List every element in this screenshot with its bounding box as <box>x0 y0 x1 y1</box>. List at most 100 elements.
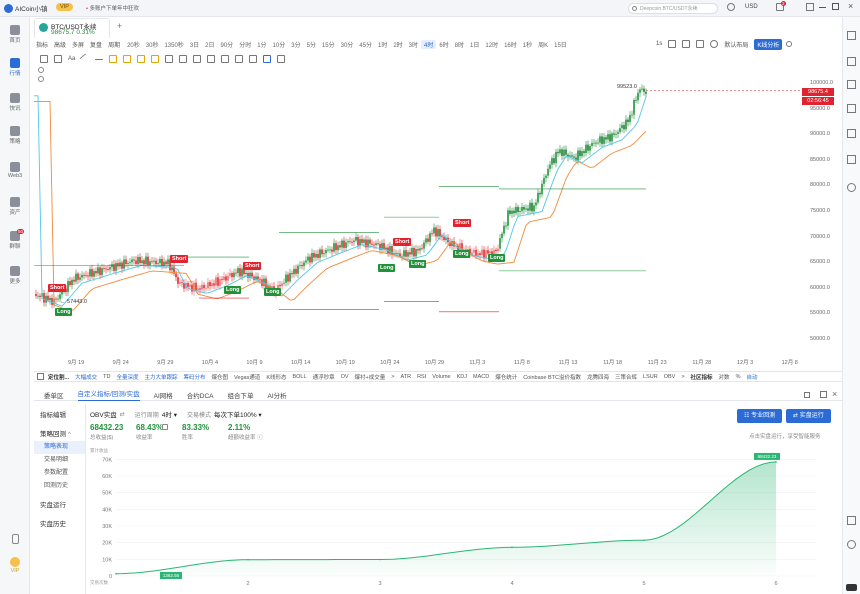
tf-15m[interactable]: 15分 <box>319 40 338 49</box>
right-tool-2-icon[interactable] <box>847 57 856 66</box>
log-scale-toggle[interactable]: 对数 <box>719 373 730 381</box>
nav-market[interactable]: 行情 <box>0 58 30 77</box>
toolbar-indicators[interactable]: 指标 <box>36 40 48 49</box>
short-tool-icon[interactable] <box>137 55 146 63</box>
indicator-scroll-right[interactable]: > <box>681 374 684 380</box>
tf-30s[interactable]: 30秒 <box>143 40 162 49</box>
panel-minimize-icon[interactable] <box>804 392 810 398</box>
lock-icon[interactable] <box>221 55 230 63</box>
tf-10m[interactable]: 10分 <box>270 40 289 49</box>
share-stat-icon[interactable] <box>162 424 168 430</box>
tf-6h[interactable]: 6时 <box>436 40 451 49</box>
toolbar-multiscreen[interactable]: 多屏 <box>72 40 84 49</box>
magnet-icon[interactable] <box>165 55 174 63</box>
tf-4h[interactable]: 4时 <box>421 39 437 49</box>
equity-curve-chart[interactable]: 70K 60K 50K 40K 30K 20K 10K 0 累计收益交易次数 2 3 4 5 6 1362.… <box>86 448 836 588</box>
menu-indicator-edit[interactable]: 指标编辑 <box>34 409 85 422</box>
indicator-item[interactable]: K线形态 <box>266 373 286 381</box>
second-toggle[interactable]: 1s <box>656 41 662 47</box>
close-icon[interactable]: × <box>848 1 853 11</box>
long-tool-icon[interactable] <box>123 55 132 63</box>
panel-layout-icon[interactable] <box>847 516 856 525</box>
tf-3m[interactable]: 3分 <box>288 40 303 49</box>
indicator-item[interactable]: RSI <box>417 374 426 380</box>
community-indicators[interactable]: 社区指标 <box>691 373 713 381</box>
strategy-name[interactable]: OBV实盘 <box>90 409 117 419</box>
tf-1h[interactable]: 1时 <box>375 40 390 49</box>
nav-chat[interactable]: 群聊 50 <box>0 229 30 250</box>
menu-params[interactable]: 参数配置 <box>34 467 85 480</box>
tf-1s[interactable]: 1秒 <box>520 40 535 49</box>
nav-home[interactable]: 首页 <box>0 25 30 44</box>
share-icon[interactable] <box>786 41 793 47</box>
indicator-item[interactable]: Volume <box>432 374 450 380</box>
indicator-item[interactable]: KDJ <box>457 374 467 380</box>
tab-ai-analysis[interactable]: AI分析 <box>268 390 287 400</box>
app-brand[interactable]: AICoin小镇 <box>4 3 48 13</box>
panel-expand-icon[interactable] <box>820 391 827 398</box>
percent-toggle[interactable]: % <box>736 374 741 380</box>
help-icon[interactable]: ⓘ <box>257 435 263 441</box>
indicator-item[interactable]: 爆仓图 <box>212 373 229 381</box>
kline-analysis-button[interactable]: K线分析 <box>754 38 783 50</box>
tf-3d[interactable]: 3日 <box>187 40 202 49</box>
nav-news[interactable]: 快讯 <box>0 93 30 112</box>
chart-type-icon[interactable] <box>696 40 705 48</box>
menu-trade-detail[interactable]: 交易明细 <box>34 454 85 467</box>
tab-custom-indicator[interactable]: 自定义指标/回测/实盘 <box>77 388 140 401</box>
tf-3h[interactable]: 3时 <box>406 40 421 49</box>
currency-select[interactable]: USD <box>745 4 758 10</box>
tf-1d[interactable]: 1日 <box>467 40 482 49</box>
robot-icon[interactable] <box>846 584 857 591</box>
layout-select[interactable]: 默认布局 <box>724 40 748 49</box>
nav-web3[interactable]: Web3 <box>0 162 30 179</box>
indicator-item[interactable]: BOLL <box>292 374 306 380</box>
tf-12h[interactable]: 12时 <box>482 40 501 49</box>
support-icon[interactable] <box>847 540 856 549</box>
panel-close-icon[interactable]: × <box>832 389 837 399</box>
indicator-item[interactable]: OV <box>341 374 349 380</box>
nav-vip[interactable]: VIP <box>0 557 30 574</box>
eye-icon[interactable] <box>235 55 244 63</box>
swap-icon[interactable]: ⇄ <box>120 411 125 418</box>
tab-order-area[interactable]: 委单区 <box>44 390 64 400</box>
crosshair-icon[interactable] <box>40 55 48 63</box>
mode-select[interactable]: 每次下单100% ▾ <box>214 409 262 419</box>
search-box[interactable]: Deepcoin BTC/USDT永续 <box>628 3 718 14</box>
fib-tool-icon[interactable] <box>109 55 118 63</box>
line-tool-icon[interactable] <box>79 53 91 65</box>
tf-45m[interactable]: 45分 <box>356 40 375 49</box>
screenshot-icon[interactable] <box>682 40 691 48</box>
minimize-icon[interactable] <box>819 7 826 8</box>
right-tool-6-icon[interactable] <box>847 155 856 164</box>
maximize-icon[interactable] <box>832 3 839 10</box>
indicator-item[interactable]: TD <box>103 374 110 380</box>
menu-backtest-history[interactable]: 回测历史 <box>34 480 85 493</box>
indicator-item[interactable]: 三策合辉 <box>615 373 637 381</box>
tf-90m[interactable]: 90分 <box>218 40 237 49</box>
pencil-icon[interactable] <box>179 55 188 63</box>
vip-badge[interactable]: VIP <box>56 3 73 11</box>
fullscreen-icon[interactable] <box>668 40 677 48</box>
indicator-item[interactable]: Coinbase BTC溢价指数 <box>523 373 581 381</box>
right-tool-5-icon[interactable] <box>847 129 856 138</box>
toolbar-advanced[interactable]: 高级 <box>54 40 66 49</box>
menu-live-run[interactable]: 实盘运行 <box>34 499 85 512</box>
pro-backtest-button[interactable]: ☷ 专业回测 <box>737 409 783 423</box>
menu-backtest[interactable]: 策略回测 ^ <box>34 428 85 441</box>
candlestick-chart[interactable] <box>34 64 808 354</box>
eraser-icon[interactable] <box>249 55 258 63</box>
tf-2h[interactable]: 2时 <box>390 40 405 49</box>
add-tab-button[interactable]: + <box>117 21 122 31</box>
indicator-item[interactable]: 爆衬+成交量 <box>355 373 386 381</box>
tf-20s[interactable]: 20秒 <box>124 40 143 49</box>
toolbar-period[interactable]: 周期 <box>108 40 120 49</box>
text-tool-icon[interactable]: Aa <box>68 56 75 62</box>
promo-notice[interactable]: • 多账户下单年中狂欢 <box>86 4 139 12</box>
indicator-item[interactable]: ATR <box>400 374 411 380</box>
nav-strategy[interactable]: 策略 <box>0 126 30 145</box>
window-layout-icon[interactable] <box>806 3 814 11</box>
indicator-item[interactable]: 大幅成交 <box>75 373 97 381</box>
tf-tick[interactable]: 分时 <box>236 40 254 49</box>
nav-assets[interactable]: 资产 <box>0 197 30 216</box>
